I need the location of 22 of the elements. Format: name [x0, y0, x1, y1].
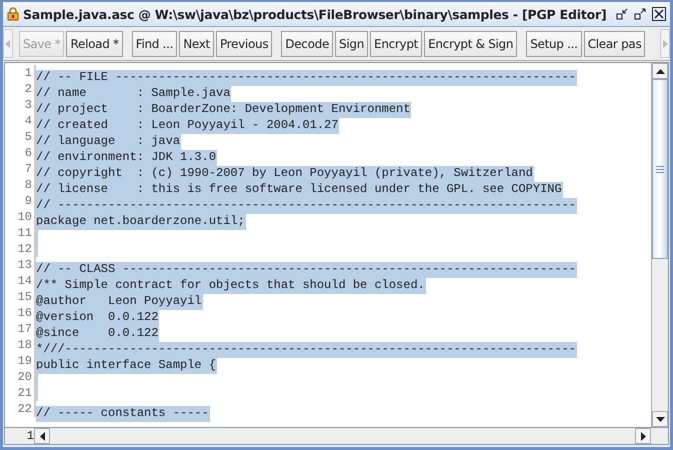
window-title: Sample.java.asc @ W:\sw\java\bz\products\FileBrowser\binary\samples - [PGP Editor] — [23, 6, 606, 22]
lock-icon — [7, 7, 19, 21]
toolbar-button[interactable]: Setup ... — [526, 30, 582, 56]
horizontal-scrollbar[interactable] — [34, 428, 651, 444]
toolbar-button[interactable]: Next — [179, 30, 214, 56]
toolbar-button[interactable]: Encrypt — [370, 30, 422, 56]
right-arrow-icon[interactable] — [640, 432, 646, 440]
up-arrow-icon[interactable] — [656, 68, 664, 74]
down-arrow-icon[interactable] — [656, 416, 664, 422]
right-arrow-icon — [662, 40, 668, 48]
toolbar-button[interactable]: Decode — [281, 30, 334, 56]
close-button[interactable] — [651, 4, 666, 24]
column-number: 1 — [26, 428, 34, 444]
toolbar-button[interactable]: Sign — [335, 30, 368, 56]
vertical-scrollbar[interactable] — [651, 63, 668, 427]
toolbar-button[interactable]: Encrypt & Sign — [424, 30, 518, 56]
toolbar-button[interactable]: Previous — [216, 30, 272, 56]
left-arrow-icon[interactable] — [40, 432, 44, 440]
left-arrow-icon — [5, 40, 11, 48]
toolbar-button[interactable]: Reload * — [66, 30, 123, 56]
toolbar-button[interactable]: Find ... — [132, 30, 178, 56]
toolbar-button[interactable]: Clear pas — [584, 30, 646, 56]
